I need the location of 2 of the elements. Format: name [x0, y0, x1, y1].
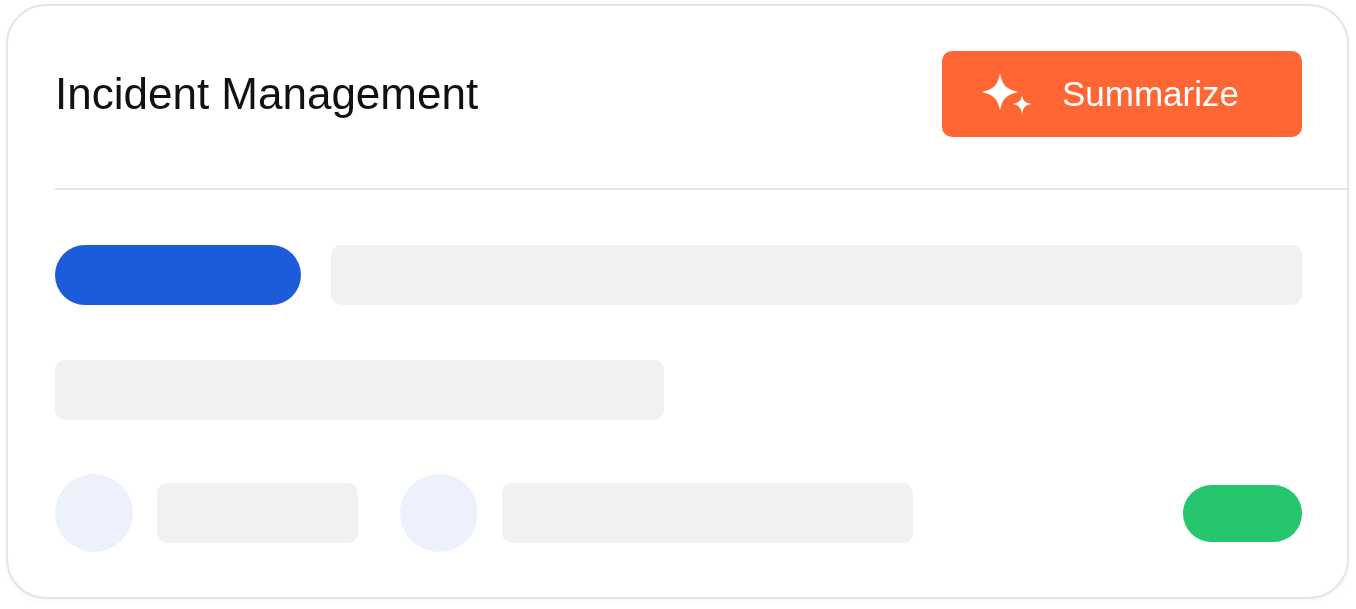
- card-title: Incident Management: [55, 69, 479, 119]
- summarize-button[interactable]: Summarize: [942, 51, 1302, 137]
